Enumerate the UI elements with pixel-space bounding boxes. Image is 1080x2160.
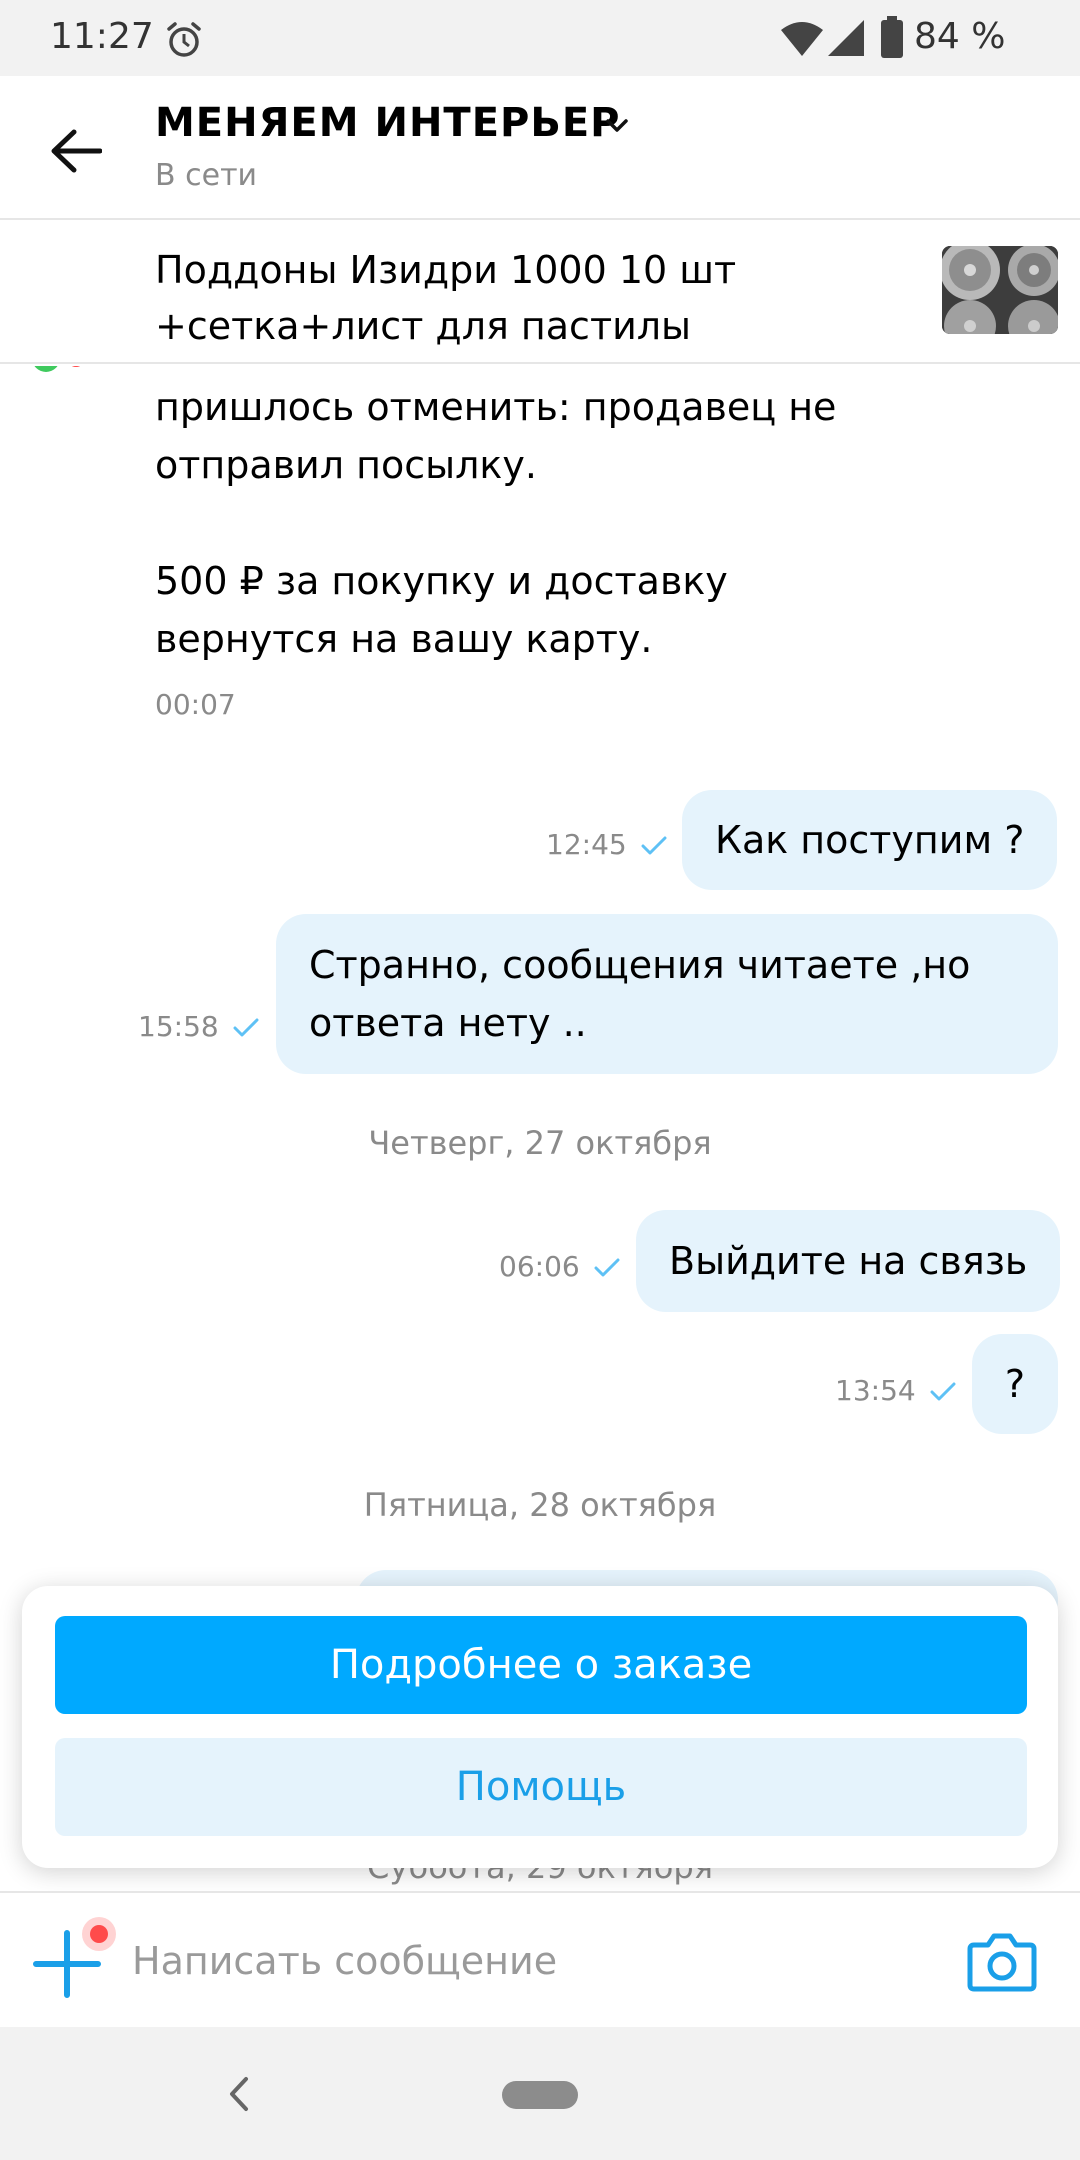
message-text: Как поступим ? — [715, 818, 1025, 862]
read-check-icon — [594, 1258, 620, 1277]
product-image-icon — [942, 246, 1058, 334]
outgoing-message-bubble[interactable]: Как поступим ? — [682, 790, 1058, 890]
message-composer — [0, 1891, 1080, 2027]
product-banner[interactable]: Поддоны Изидри 1000 10 шт +сетка+лист дл… — [0, 220, 1080, 364]
status-time: 11:27 — [50, 16, 154, 57]
product-thumbnail[interactable] — [942, 246, 1058, 334]
chat-header: МЕНЯЕМ ИНТЕРЬЕР В сети — [0, 76, 1080, 220]
message-time: 13:54 — [835, 1374, 956, 1407]
message-text: Выйдите на связь — [669, 1239, 1028, 1283]
wifi-icon — [781, 22, 823, 56]
read-check-icon — [641, 836, 667, 855]
outgoing-message-bubble[interactable]: Выйдите на связь — [636, 1210, 1061, 1312]
product-title[interactable]: Поддоны Изидри 1000 10 шт +сетка+лист дл… — [155, 242, 915, 354]
notification-dot — [82, 1917, 116, 1951]
message-input[interactable] — [132, 1923, 932, 1999]
order-details-button[interactable]: Подробнее о заказе — [55, 1616, 1027, 1714]
message-text: ? — [1004, 1362, 1026, 1406]
alarm-icon — [167, 22, 201, 57]
battery-percent: 84 % — [914, 16, 1006, 57]
back-arrow-icon[interactable] — [50, 128, 102, 174]
outgoing-message-bubble[interactable]: ? — [972, 1334, 1058, 1434]
read-check-icon — [233, 1018, 259, 1037]
read-check-icon — [930, 1382, 956, 1401]
incoming-message-text: пришлось отменить: продавец не отправил … — [155, 385, 837, 661]
system-nav-bar — [0, 2027, 1080, 2160]
incoming-message-time: 00:07 — [155, 688, 236, 721]
nav-back-icon[interactable] — [226, 2075, 252, 2113]
avatar-partial-icon — [34, 366, 81, 372]
outgoing-message-bubble[interactable]: Странно, сообщения читаете ,но ответа не… — [276, 914, 1058, 1074]
nav-home-pill[interactable] — [502, 2081, 578, 2109]
message-time: 06:06 — [499, 1250, 620, 1283]
online-status: В сети — [155, 158, 258, 193]
camera-icon[interactable] — [966, 1929, 1038, 1993]
date-separator: Пятница, 28 октября — [363, 1486, 717, 1524]
message-time: 15:58 — [138, 1010, 259, 1043]
chevron-down-icon[interactable] — [604, 116, 630, 136]
message-time: 12:45 — [546, 828, 667, 861]
order-action-card: Подробнее о заказе Помощь — [22, 1586, 1058, 1868]
signal-icon — [828, 20, 864, 56]
message-text: Странно, сообщения читаете ,но ответа не… — [309, 943, 971, 1045]
status-bar: 11:27 84 % — [0, 0, 1080, 76]
help-button[interactable]: Помощь — [55, 1738, 1027, 1836]
battery-icon — [881, 16, 903, 58]
date-separator: Четверг, 27 октября — [368, 1124, 712, 1162]
chat-title[interactable]: МЕНЯЕМ ИНТЕРЬЕР — [155, 100, 620, 146]
